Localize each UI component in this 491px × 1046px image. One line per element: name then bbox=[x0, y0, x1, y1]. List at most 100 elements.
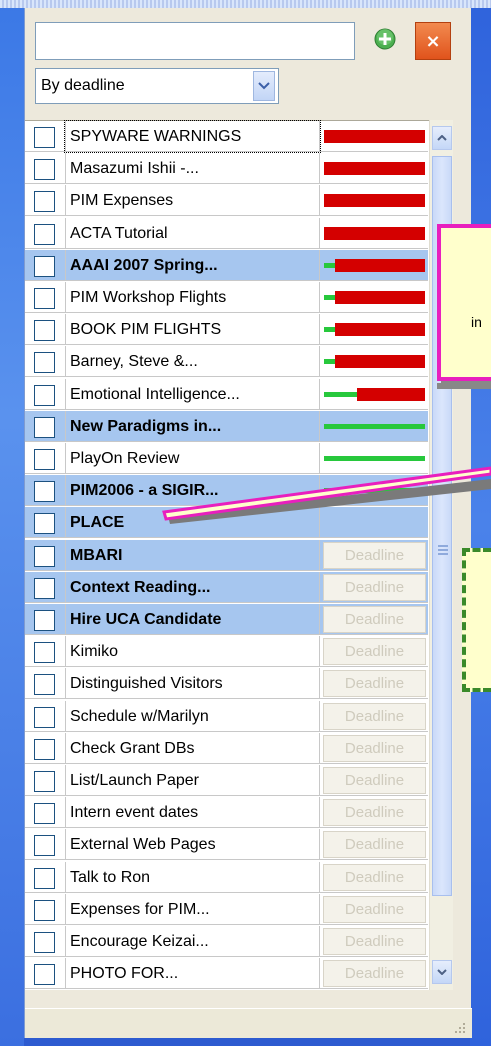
deadline-cell[interactable]: Deadline bbox=[321, 862, 428, 893]
task-row[interactable]: SPYWARE WARNINGS bbox=[25, 120, 428, 153]
task-checkbox[interactable] bbox=[34, 384, 55, 406]
deadline-cell[interactable] bbox=[321, 411, 428, 442]
deadline-cell[interactable] bbox=[321, 153, 428, 184]
task-checkbox[interactable] bbox=[34, 803, 55, 825]
task-checkbox[interactable] bbox=[34, 416, 55, 438]
task-title[interactable]: Check Grant DBs bbox=[65, 732, 320, 764]
task-checkbox[interactable] bbox=[34, 577, 55, 599]
deadline-cell[interactable] bbox=[321, 379, 428, 410]
task-checkbox[interactable] bbox=[34, 513, 55, 535]
deadline-cell[interactable] bbox=[321, 121, 428, 152]
task-row[interactable]: Kimiko Deadline bbox=[25, 636, 428, 668]
task-checkbox[interactable] bbox=[34, 159, 55, 181]
task-title[interactable]: PlayOn Review bbox=[65, 443, 320, 474]
deadline-cell[interactable]: Deadline bbox=[321, 572, 428, 603]
task-row[interactable]: PLACE bbox=[25, 507, 428, 539]
deadline-cell[interactable] bbox=[321, 282, 428, 313]
close-button[interactable]: × bbox=[415, 22, 451, 60]
deadline-cell[interactable]: Deadline bbox=[321, 926, 428, 957]
task-title[interactable]: Encourage Keizai... bbox=[65, 926, 320, 957]
task-checkbox[interactable] bbox=[34, 706, 55, 728]
task-row[interactable]: Schedule w/Marilyn Deadline bbox=[25, 700, 428, 732]
task-row[interactable]: PHOTO FOR... Deadline bbox=[25, 958, 428, 990]
task-checkbox[interactable] bbox=[34, 899, 55, 921]
task-checkbox[interactable] bbox=[34, 610, 55, 631]
task-checkbox[interactable] bbox=[34, 964, 55, 986]
task-row[interactable]: Context Reading... Deadline bbox=[25, 571, 428, 603]
task-checkbox[interactable] bbox=[34, 127, 55, 148]
set-deadline-button[interactable]: Deadline bbox=[323, 831, 426, 859]
task-title[interactable]: New Paradigms in... bbox=[65, 410, 320, 442]
task-title[interactable]: MBARI bbox=[65, 539, 320, 571]
task-title[interactable]: BOOK PIM FLIGHTS bbox=[65, 314, 320, 346]
task-row[interactable]: Barney, Steve &... bbox=[25, 346, 428, 378]
task-title[interactable]: Hire UCA Candidate bbox=[65, 604, 320, 635]
deadline-cell[interactable]: Deadline bbox=[321, 733, 428, 764]
task-title[interactable]: Schedule w/Marilyn bbox=[65, 700, 320, 732]
new-task-input[interactable] bbox=[35, 22, 355, 60]
deadline-cell[interactable]: Deadline bbox=[321, 829, 428, 860]
task-checkbox[interactable] bbox=[34, 642, 55, 664]
chevron-down-icon[interactable] bbox=[253, 71, 275, 101]
set-deadline-button[interactable]: Deadline bbox=[323, 541, 426, 569]
resize-grip-icon[interactable] bbox=[453, 1021, 467, 1035]
set-deadline-button[interactable]: Deadline bbox=[323, 638, 426, 666]
deadline-cell[interactable] bbox=[321, 443, 428, 474]
task-title[interactable]: Talk to Ron bbox=[65, 861, 320, 893]
task-checkbox[interactable] bbox=[34, 867, 55, 889]
task-checkbox[interactable] bbox=[34, 545, 55, 567]
deadline-cell[interactable]: Deadline bbox=[321, 668, 428, 699]
deadline-cell[interactable] bbox=[321, 507, 428, 538]
set-deadline-button[interactable]: Deadline bbox=[323, 606, 426, 633]
task-row[interactable]: Check Grant DBs Deadline bbox=[25, 732, 428, 764]
deadline-cell[interactable]: Deadline bbox=[321, 701, 428, 732]
set-deadline-button[interactable]: Deadline bbox=[323, 573, 426, 601]
task-title[interactable]: SPYWARE WARNINGS bbox=[64, 120, 321, 153]
task-title[interactable]: Distinguished Visitors bbox=[65, 668, 320, 700]
deadline-cell[interactable]: Deadline bbox=[321, 540, 428, 571]
task-row[interactable]: PIM Workshop Flights bbox=[25, 282, 428, 313]
set-deadline-button[interactable]: Deadline bbox=[323, 702, 426, 730]
task-checkbox[interactable] bbox=[34, 223, 55, 245]
task-row[interactable]: External Web Pages Deadline bbox=[25, 829, 428, 861]
task-row[interactable]: PlayOn Review bbox=[25, 443, 428, 474]
task-title[interactable]: PIM Workshop Flights bbox=[65, 282, 320, 313]
task-title[interactable]: ACTA Tutorial bbox=[65, 217, 320, 249]
deadline-cell[interactable] bbox=[321, 218, 428, 249]
set-deadline-button[interactable]: Deadline bbox=[323, 960, 426, 988]
task-checkbox[interactable] bbox=[34, 191, 55, 213]
deadline-cell[interactable] bbox=[321, 346, 428, 377]
task-row[interactable]: New Paradigms in... bbox=[25, 410, 428, 442]
task-row[interactable]: Hire UCA Candidate Deadline bbox=[25, 604, 428, 635]
task-row[interactable]: List/Launch Paper Deadline bbox=[25, 765, 428, 796]
task-row[interactable]: ACTA Tutorial bbox=[25, 217, 428, 249]
task-checkbox[interactable] bbox=[34, 288, 55, 309]
add-task-icon[interactable] bbox=[370, 24, 400, 54]
deadline-cell[interactable]: Deadline bbox=[321, 958, 428, 989]
task-title[interactable]: PIM2006 - a SIGIR... bbox=[65, 475, 320, 507]
task-title[interactable]: PLACE bbox=[65, 507, 320, 539]
scroll-up-button[interactable] bbox=[432, 126, 452, 150]
set-deadline-button[interactable]: Deadline bbox=[323, 670, 426, 698]
task-checkbox[interactable] bbox=[34, 835, 55, 857]
task-row[interactable]: AAAI 2007 Spring... bbox=[25, 249, 428, 281]
task-row[interactable]: PIM2006 - a SIGIR... bbox=[25, 475, 428, 507]
task-row[interactable]: Encourage Keizai... Deadline bbox=[25, 926, 428, 957]
task-row[interactable]: Emotional Intelligence... bbox=[25, 378, 428, 410]
task-checkbox[interactable] bbox=[34, 674, 55, 696]
task-row[interactable]: BOOK PIM FLIGHTS bbox=[25, 314, 428, 346]
set-deadline-button[interactable]: Deadline bbox=[323, 799, 426, 827]
task-title[interactable]: Expenses for PIM... bbox=[65, 893, 320, 925]
scroll-down-button[interactable] bbox=[432, 960, 452, 984]
task-row[interactable]: MBARI Deadline bbox=[25, 539, 428, 571]
sort-dropdown[interactable]: By deadline bbox=[35, 68, 279, 104]
task-checkbox[interactable] bbox=[34, 255, 55, 277]
task-row[interactable]: PIM Expenses bbox=[25, 185, 428, 217]
task-title[interactable]: Masazumi Ishii -... bbox=[65, 153, 320, 185]
set-deadline-button[interactable]: Deadline bbox=[323, 767, 426, 794]
task-row[interactable]: Distinguished Visitors Deadline bbox=[25, 668, 428, 700]
deadline-cell[interactable] bbox=[321, 185, 428, 216]
task-title[interactable]: External Web Pages bbox=[65, 829, 320, 861]
deadline-cell[interactable]: Deadline bbox=[321, 765, 428, 796]
task-title[interactable]: Barney, Steve &... bbox=[65, 346, 320, 378]
